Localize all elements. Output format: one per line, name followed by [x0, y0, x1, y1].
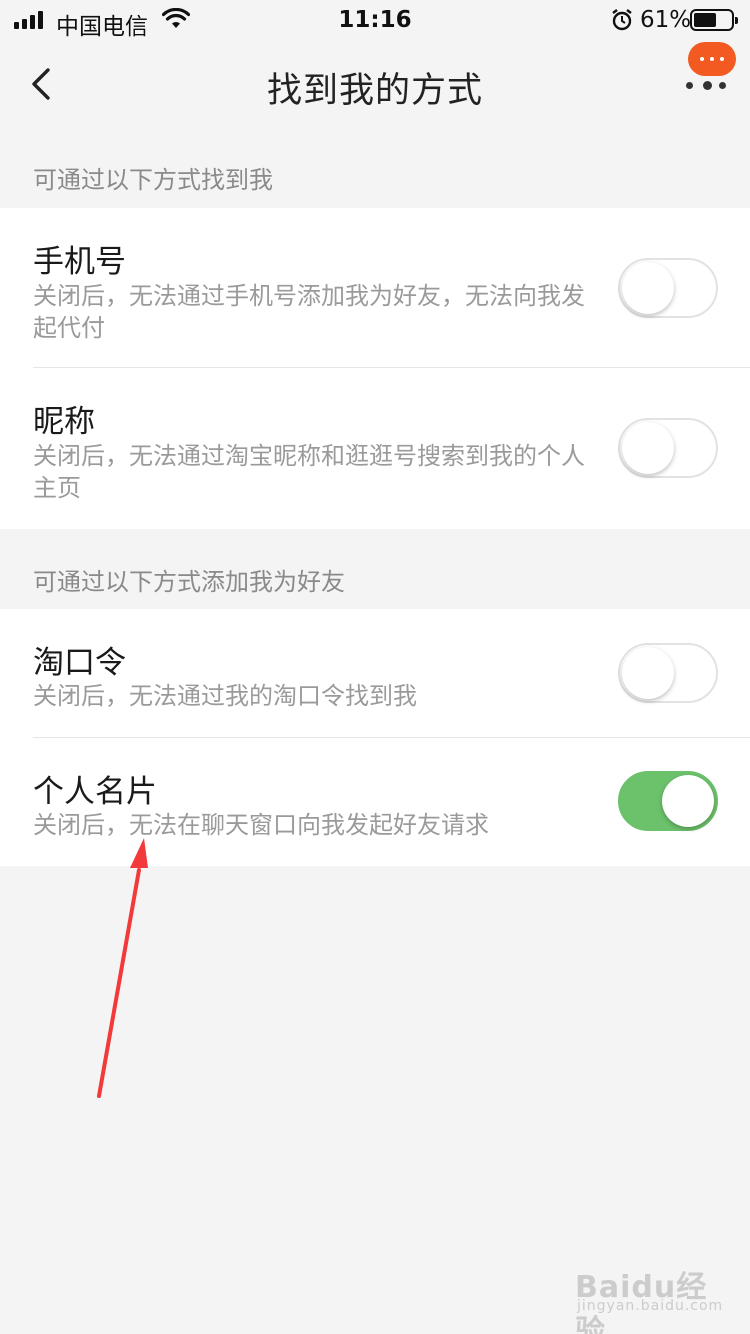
setting-row-phone: 手机号 关闭后，无法通过手机号添加我为好友，无法向我发起代付 — [0, 208, 750, 368]
setting-row-business-card: 个人名片 关闭后，无法在聊天窗口向我发起好友请求 — [0, 738, 750, 866]
more-menu-button[interactable] — [684, 42, 738, 94]
setting-title: 个人名片 — [33, 774, 157, 810]
settings-group-add-friend: 淘口令 关闭后，无法通过我的淘口令找到我 个人名片 关闭后，无法在聊天窗口向我发… — [0, 609, 750, 866]
baidu-watermark-logo: Baidu经验 jingyan.baidu.com — [575, 1252, 725, 1334]
clock-time: 11:16 — [338, 7, 412, 33]
toggle-knob — [622, 262, 674, 314]
battery-icon — [690, 9, 738, 31]
navigation-bar: 找到我的方式 — [0, 42, 750, 130]
battery-fill — [694, 13, 716, 27]
alarm-icon — [612, 9, 632, 31]
setting-description: 关闭后，无法通过手机号添加我为好友，无法向我发起代付 — [33, 282, 585, 342]
toggle-knob — [622, 422, 674, 474]
setting-title: 手机号 — [33, 244, 126, 280]
section-header-add-friend: 可通过以下方式添加我为好友 — [33, 568, 345, 596]
toggle-knob — [622, 647, 674, 699]
settings-group-find-me: 手机号 关闭后，无法通过手机号添加我为好友，无法向我发起代付 昵称 关闭后，无法… — [0, 208, 750, 529]
status-bar: 中国电信 11:16 61% — [0, 0, 750, 42]
battery-percent: 61% — [640, 7, 692, 33]
setting-title: 昵称 — [33, 404, 95, 440]
taokouling-toggle[interactable] — [618, 643, 718, 703]
setting-description: 关闭后，无法在聊天窗口向我发起好友请求 — [33, 811, 489, 839]
section-header-find-me: 可通过以下方式找到我 — [33, 166, 273, 194]
toggle-knob — [662, 775, 714, 827]
setting-row-nickname: 昵称 关闭后，无法通过淘宝昵称和逛逛号搜索到我的个人主页 — [0, 368, 750, 529]
business-card-toggle[interactable] — [618, 771, 718, 831]
setting-description: 关闭后，无法通过我的淘口令找到我 — [33, 682, 417, 710]
page-title: 找到我的方式 — [266, 71, 483, 111]
setting-title: 淘口令 — [33, 645, 126, 681]
setting-row-taokouling: 淘口令 关闭后，无法通过我的淘口令找到我 — [0, 609, 750, 738]
watermark-url: jingyan.baidu.com — [577, 1298, 724, 1314]
phone-toggle[interactable] — [618, 258, 718, 318]
setting-description: 关闭后，无法通过淘宝昵称和逛逛号搜索到我的个人主页 — [33, 442, 585, 502]
nickname-toggle[interactable] — [618, 418, 718, 478]
more-dots-icon — [686, 80, 726, 90]
message-badge-icon — [688, 42, 736, 76]
